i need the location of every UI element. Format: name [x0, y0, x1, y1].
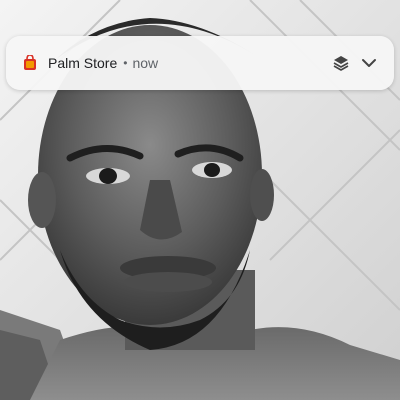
notification-app-name: Palm Store: [48, 55, 118, 71]
notification-time: now: [132, 55, 159, 71]
screen: Palm Store • now: [0, 0, 400, 400]
chevron-down-icon[interactable]: [358, 52, 380, 74]
notification-separator: •: [123, 56, 128, 70]
notification-card[interactable]: Palm Store • now: [6, 36, 394, 90]
palm-store-icon: [22, 55, 38, 71]
layers-icon[interactable]: [330, 52, 352, 74]
